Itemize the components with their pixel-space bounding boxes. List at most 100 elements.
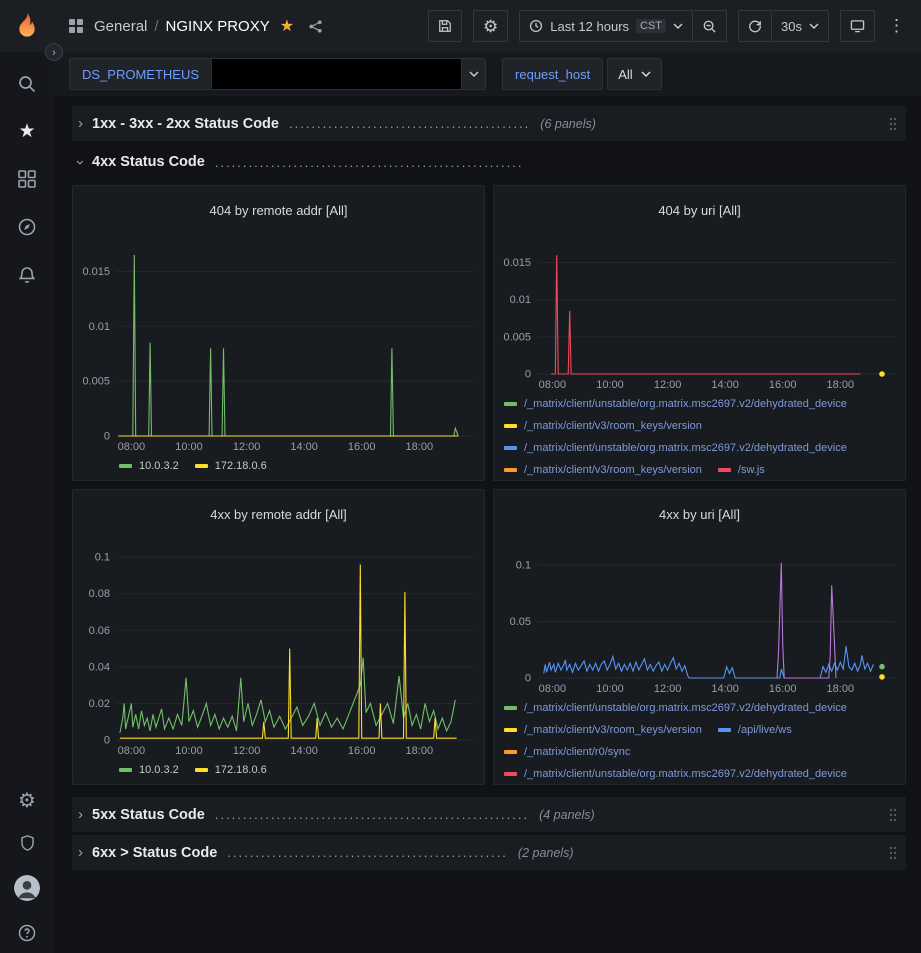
legend-item[interactable]: /_matrix/client/unstable/org.matrix.msc2…: [504, 394, 847, 414]
panel-title[interactable]: 404 by remote addr [All]: [73, 197, 484, 225]
apps-grid-icon[interactable]: [68, 18, 84, 34]
dashboards-icon[interactable]: [17, 169, 37, 189]
time-range-picker[interactable]: Last 12 hours CST: [519, 10, 693, 42]
row-drag-handle-icon[interactable]: [888, 807, 900, 823]
dashboard-title[interactable]: NGINX PROXY: [166, 18, 270, 35]
legend-item[interactable]: 172.18.0.6: [195, 456, 267, 476]
svg-text:0: 0: [104, 734, 110, 746]
timeseries-chart[interactable]: 00.020.040.060.080.108:0010:0012:0014:00…: [73, 540, 484, 758]
legend-item[interactable]: /_matrix/client/r0/sync: [504, 742, 630, 762]
panel-title[interactable]: 4xx by remote addr [All]: [73, 501, 484, 529]
row-drag-handle-icon[interactable]: [888, 116, 900, 132]
time-range-label: Last 12 hours: [550, 19, 629, 34]
dashboard-settings-button[interactable]: ⚙: [473, 10, 508, 42]
zoom-out-time-button[interactable]: [693, 10, 727, 42]
panel-title[interactable]: 404 by uri [All]: [494, 197, 905, 225]
row-4xx[interactable]: › 4xx Status Code ......................…: [72, 147, 906, 177]
series-swatch-icon: [504, 468, 517, 472]
share-icon[interactable]: [308, 19, 323, 34]
refresh-dashboard-button[interactable]: [738, 10, 772, 42]
legend-item[interactable]: /_matrix/client/v3/room_keys/version: [504, 460, 702, 480]
variable-ds-label[interactable]: DS_PROMETHEUS: [69, 58, 212, 90]
grafana-logo[interactable]: [0, 11, 54, 41]
panel-404-by-uri: 404 by uri [All] 00.0050.010.01508:0010:…: [493, 185, 906, 481]
chevron-down-icon: [673, 23, 683, 29]
series-name: 172.18.0.6: [215, 764, 267, 776]
row-title: 6xx > Status Code: [92, 845, 217, 861]
svg-text:12:00: 12:00: [654, 379, 682, 391]
panel-404-by-remote-addr: 404 by remote addr [All] 00.0050.010.015…: [72, 185, 485, 481]
timeseries-chart[interactable]: 00.050.108:0010:0012:0014:0016:0018:00: [494, 540, 905, 696]
refresh-interval-picker[interactable]: 30s: [772, 10, 829, 42]
breadcrumb: General / NGINX PROXY: [94, 18, 270, 35]
row-6xx[interactable]: › 6xx > Status Code ....................…: [72, 835, 906, 870]
series-swatch-icon: [119, 768, 132, 772]
tv-mode-button[interactable]: [840, 10, 875, 42]
alerting-bell-icon[interactable]: [17, 265, 37, 285]
legend-item[interactable]: /_matrix/client/unstable/org.matrix.msc2…: [504, 698, 847, 718]
svg-text:12:00: 12:00: [654, 683, 682, 695]
svg-text:08:00: 08:00: [539, 683, 567, 695]
timeseries-chart[interactable]: 00.0050.010.01508:0010:0012:0014:0016:00…: [494, 236, 905, 392]
legend-item[interactable]: /_matrix/client/unstable/org.matrix.msc2…: [504, 764, 847, 784]
server-admin-shield-icon[interactable]: [18, 833, 37, 853]
configuration-gear-icon[interactable]: ⚙: [18, 791, 36, 811]
svg-text:0: 0: [104, 430, 110, 442]
save-floppy-icon: [438, 19, 452, 33]
variable-request-host-label[interactable]: request_host: [502, 58, 603, 90]
svg-text:08:00: 08:00: [118, 745, 146, 757]
legend-item[interactable]: /sw.js: [718, 460, 765, 480]
sidebar-expand-arrow[interactable]: ›: [45, 43, 63, 61]
row-title: 1xx - 3xx - 2xx Status Code: [92, 116, 279, 132]
legend-item[interactable]: /_matrix/client/v3/room_keys/version: [504, 720, 702, 740]
svg-text:18:00: 18:00: [827, 683, 855, 695]
chevron-right-icon: ›: [78, 115, 83, 132]
grafana-flame-icon: [12, 11, 42, 41]
variable-request-host-value-dropdown[interactable]: All: [607, 58, 661, 90]
variable-ds-value-dropdown[interactable]: [212, 58, 462, 90]
legend-item[interactable]: /api/live/ws: [718, 720, 792, 740]
legend-item[interactable]: /_matrix/client/unstable/org.matrix.msc2…: [504, 438, 847, 458]
series-name: /_matrix/client/v3/room_keys/version: [524, 464, 702, 476]
svg-text:0.02: 0.02: [89, 697, 110, 709]
panel-4xx-by-remote-addr: 4xx by remote addr [All] 00.020.040.060.…: [72, 489, 485, 785]
row-drag-handle-icon[interactable]: [888, 845, 900, 861]
legend-item[interactable]: 10.0.3.2: [119, 456, 179, 476]
series-name: /_matrix/client/v3/room_keys/version: [524, 724, 702, 736]
help-question-icon[interactable]: [17, 923, 37, 943]
svg-text:14:00: 14:00: [290, 745, 318, 757]
legend-item[interactable]: /_matrix/client/v3/room_keys/version: [504, 416, 702, 436]
save-dashboard-button[interactable]: [428, 10, 462, 42]
row-1xx-3xx-2xx[interactable]: › 1xx - 3xx - 2xx Status Code ..........…: [72, 106, 906, 141]
user-avatar[interactable]: [14, 875, 40, 901]
sidebar: ★ ⚙: [0, 52, 54, 953]
svg-text:12:00: 12:00: [233, 441, 261, 453]
favorite-star-icon[interactable]: ★: [280, 16, 294, 36]
timeseries-chart[interactable]: 00.0050.010.01508:0010:0012:0014:0016:00…: [73, 236, 484, 454]
search-icon[interactable]: [17, 74, 37, 94]
svg-text:18:00: 18:00: [406, 441, 434, 453]
starred-dashboards-icon[interactable]: ★: [18, 122, 35, 141]
panel-title[interactable]: 4xx by uri [All]: [494, 501, 905, 529]
chart-legend: 10.0.3.2 172.18.0.6: [73, 758, 484, 784]
kebab-menu-icon[interactable]: ⋮: [884, 16, 909, 36]
monitor-icon: [850, 19, 865, 33]
row-5xx[interactable]: › 5xx Status Code ......................…: [72, 797, 906, 832]
legend-item[interactable]: 10.0.3.2: [119, 760, 179, 780]
variable-ds-caret[interactable]: [462, 58, 486, 90]
breadcrumb-section[interactable]: General: [94, 18, 147, 35]
variable-ds-prometheus: DS_PROMETHEUS: [69, 58, 486, 90]
svg-text:10:00: 10:00: [175, 441, 203, 453]
svg-text:14:00: 14:00: [290, 441, 318, 453]
series-swatch-icon: [504, 402, 517, 406]
series-name: /_matrix/client/unstable/org.matrix.msc2…: [524, 768, 847, 780]
series-swatch-icon: [504, 706, 517, 710]
series-swatch-icon: [718, 728, 731, 732]
chart-canvas: 00.0050.010.01508:0010:0012:0014:0016:00…: [494, 236, 905, 392]
svg-text:0.05: 0.05: [510, 616, 531, 628]
legend-item[interactable]: 172.18.0.6: [195, 760, 267, 780]
grafana-app: General / NGINX PROXY ★ ⚙: [0, 0, 921, 953]
row-panel-count: (4 panels): [539, 808, 595, 822]
explore-compass-icon[interactable]: [17, 217, 37, 237]
chart-legend: 10.0.3.2 172.18.0.6: [73, 454, 484, 480]
